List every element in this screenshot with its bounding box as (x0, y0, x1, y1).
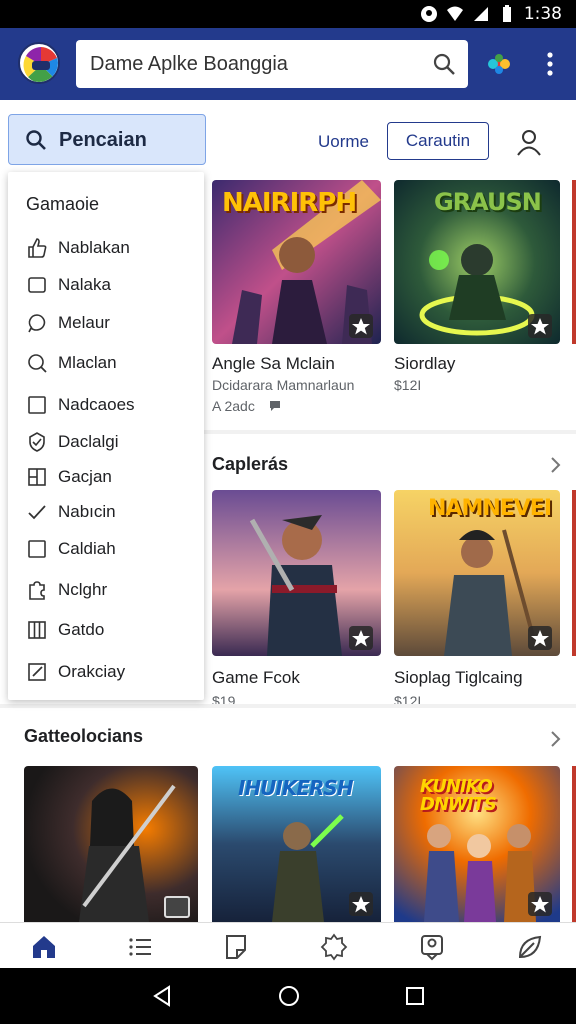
back-icon[interactable] (150, 984, 174, 1008)
game-price: $12I (394, 377, 422, 393)
search-icon[interactable] (432, 52, 456, 76)
game-rating: A 2adc (212, 398, 255, 414)
screen-badge (164, 896, 190, 918)
chevron-right-icon[interactable] (548, 456, 562, 474)
menu-item[interactable]: Mlaclan (26, 349, 196, 379)
recents-icon[interactable] (403, 984, 427, 1008)
game-subtitle: Dcidarara Mamnarlaun (212, 377, 355, 393)
game-card-banner: IHUIKERSH (238, 776, 354, 800)
home-link[interactable]: Uorme (318, 132, 369, 152)
game-card-image[interactable] (212, 490, 381, 656)
game-title[interactable]: Siordlay (394, 354, 455, 374)
search-field[interactable]: Dame Aplke Boanggia (76, 40, 468, 88)
next-card-peek (572, 766, 576, 922)
wifi-icon (446, 6, 463, 21)
next-card-peek (572, 180, 576, 344)
menu-item[interactable]: Melaur (26, 309, 196, 339)
featured-badge (349, 892, 373, 916)
check-icon (28, 505, 46, 520)
menu-item[interactable]: Gatdo (26, 616, 196, 646)
featured-badge (349, 626, 373, 650)
square-icon (28, 396, 46, 414)
section-title: Gatteolocians (24, 726, 144, 746)
search-icon (26, 130, 46, 150)
menu-item[interactable]: Orakciay (26, 658, 196, 688)
game-title[interactable]: Sioplag Tiglcaing (394, 668, 523, 688)
section-divider (0, 704, 576, 708)
edit-icon (28, 663, 46, 681)
user-icon[interactable] (516, 128, 542, 156)
app-screen: 1:38 Dame Aplke Boanggia Pencaian Uorme … (0, 0, 576, 1024)
notification-icon (420, 6, 437, 22)
featured-badge (349, 314, 373, 338)
grid-icon (28, 468, 46, 486)
menu-item[interactable]: Nadcaoes (26, 391, 196, 421)
list-icon[interactable] (126, 933, 154, 961)
menu-item[interactable]: Nalaka (26, 271, 196, 301)
more-icon[interactable] (540, 50, 560, 78)
square-icon (28, 277, 46, 293)
dropdown-title: Gamaoie (26, 194, 100, 214)
puzzle-icon (29, 581, 45, 600)
chat-bubble-icon (28, 314, 46, 333)
thumbs-up-icon (28, 238, 47, 258)
category-dropdown: Gamaoie Nablakan Nalaka Melaur Mlaclan N… (8, 172, 204, 700)
featured-badge (528, 314, 552, 338)
menu-item[interactable]: Gacjan (26, 463, 196, 493)
status-bar: 1:38 (0, 0, 576, 28)
menu-item[interactable]: Nabıcin (26, 498, 196, 528)
menu-item[interactable]: Daclalgi (26, 428, 196, 458)
leaf-icon[interactable] (516, 933, 544, 961)
search-icon (28, 354, 47, 373)
chevron-right-icon[interactable] (548, 730, 562, 748)
section-divider (204, 430, 576, 434)
app-bar: Dame Aplke Boanggia (0, 28, 576, 100)
game-card-banner: KUNIKO DNWITS (420, 776, 497, 815)
search-query[interactable]: Dame Aplke Boanggia (90, 53, 288, 76)
home-circle-icon[interactable] (277, 984, 301, 1008)
shield-check-icon (29, 432, 45, 452)
featured-badge (528, 626, 552, 650)
game-card-banner: GRAUSN (434, 188, 542, 216)
game-title[interactable]: Game Fcok (212, 668, 300, 688)
app-logo[interactable] (18, 42, 60, 84)
battery-icon (502, 5, 511, 22)
game-title[interactable]: Angle Sa Mclain (212, 354, 335, 374)
featured-badge (528, 892, 552, 916)
signal-icon (473, 7, 488, 21)
columns-icon (28, 621, 46, 639)
next-card-peek (572, 490, 576, 656)
comment-icon (270, 401, 280, 411)
square-icon (28, 540, 46, 558)
system-navigation-bar (0, 968, 576, 1024)
action-button[interactable]: Carautin (387, 122, 489, 160)
menu-item[interactable]: Caldiah (26, 535, 196, 565)
menu-item[interactable]: Nclghr (26, 576, 196, 606)
section-title: Caplerás (212, 454, 289, 474)
clock: 1:38 (523, 4, 562, 24)
profile-icon[interactable] (418, 933, 446, 961)
badge-icon[interactable] (320, 933, 348, 961)
bottom-navigation (0, 922, 576, 968)
game-card-image[interactable] (24, 766, 198, 922)
home-icon[interactable] (30, 933, 58, 961)
toolbar-row: Pencaian Uorme Carautin (0, 100, 576, 172)
pin-icon[interactable] (484, 49, 514, 79)
search-button-label: Pencaian (59, 129, 147, 151)
search-button[interactable]: Pencaian (8, 114, 206, 165)
game-card-banner: NAMNEVEI (428, 496, 552, 521)
bookmark-icon[interactable] (222, 933, 250, 961)
menu-item[interactable]: Nablakan (26, 234, 196, 264)
game-card-banner: NAIRIRPH (222, 188, 357, 218)
